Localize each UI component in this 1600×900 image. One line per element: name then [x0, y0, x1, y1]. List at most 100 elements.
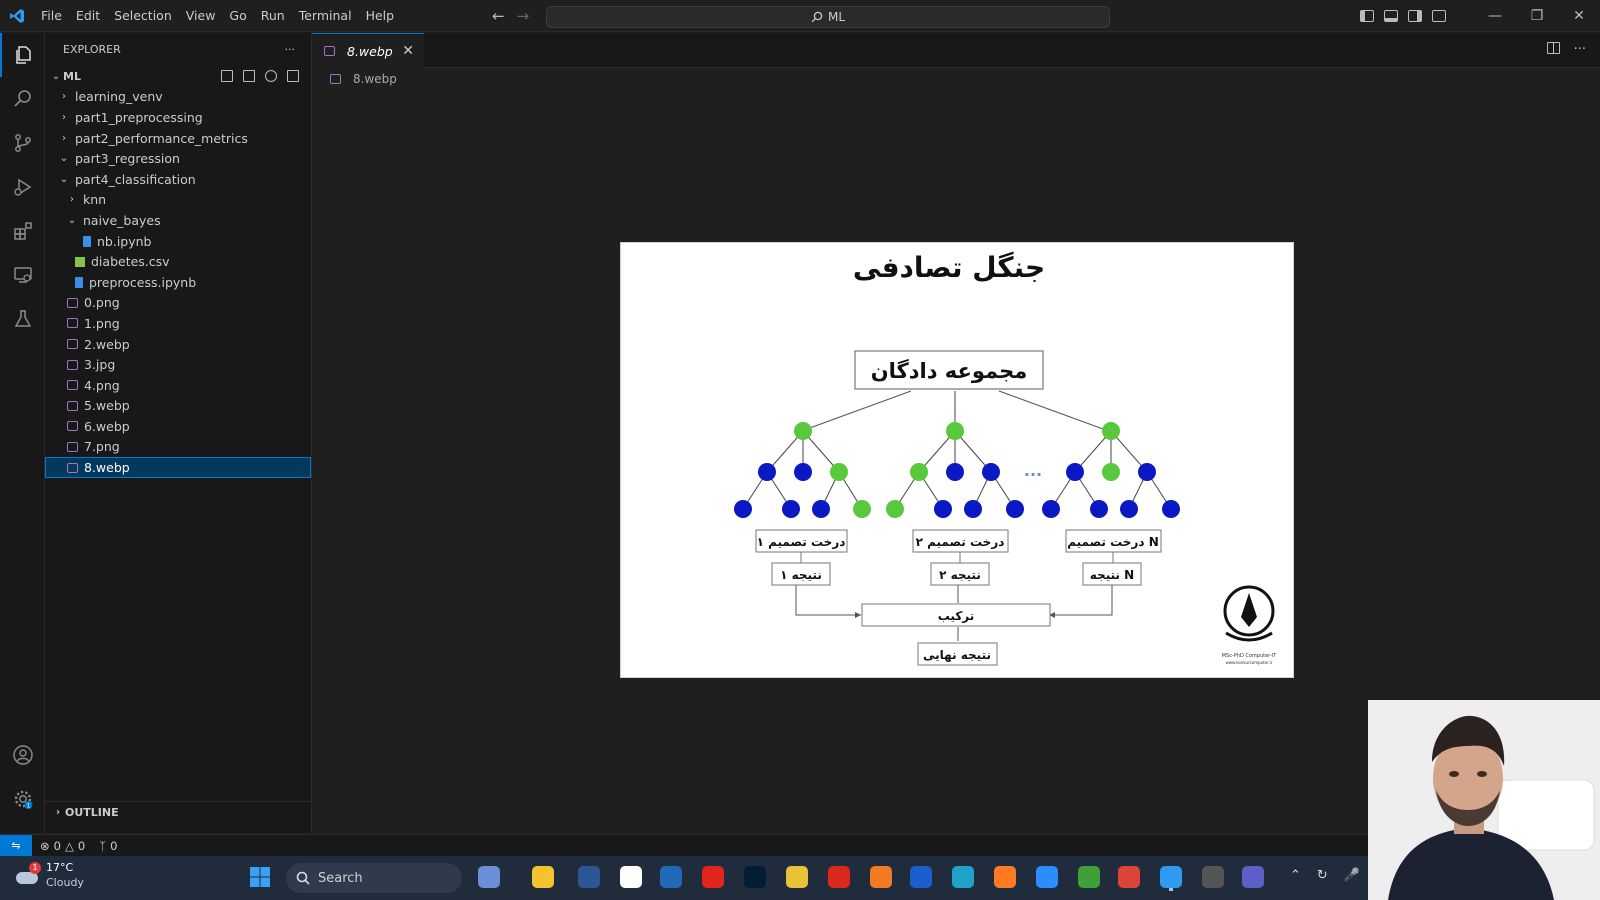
remote-indicator-icon[interactable]: ⇋: [0, 834, 32, 857]
zoom-icon[interactable]: [1036, 866, 1058, 888]
menu-go[interactable]: Go: [222, 0, 253, 32]
tree-folder[interactable]: › knn: [45, 190, 311, 211]
r-icon[interactable]: [660, 866, 682, 888]
testing-icon[interactable]: [0, 297, 45, 341]
tree-file[interactable]: 6.webp: [45, 416, 311, 437]
tree-file[interactable]: 3.jpg: [45, 354, 311, 375]
search-icon[interactable]: [0, 77, 45, 121]
collapse-all-icon[interactable]: [287, 70, 299, 83]
vscode-taskbar-icon[interactable]: [1160, 866, 1182, 888]
tree-file[interactable]: preprocess.ipynb: [45, 272, 311, 293]
tree-folder[interactable]: › part1_preprocessing: [45, 107, 311, 128]
tree-node: [934, 500, 952, 518]
manage-gear-icon[interactable]: 1: [0, 777, 45, 821]
tree-file[interactable]: 4.png: [45, 375, 311, 396]
tree-file[interactable]: diabetes.csv: [45, 251, 311, 272]
tree-item-label: 5.webp: [84, 398, 130, 414]
image-file-icon: [324, 46, 335, 56]
tab-8-webp[interactable]: 8.webp ✕: [312, 33, 424, 68]
windows-start-icon[interactable]: [248, 865, 272, 889]
mongodb-icon[interactable]: [1078, 866, 1100, 888]
tree-node: [1120, 500, 1138, 518]
tree-node: [782, 500, 800, 518]
command-center-search[interactable]: ML: [546, 6, 1110, 28]
menu-terminal[interactable]: Terminal: [292, 0, 359, 32]
sync-icon[interactable]: ↻: [1317, 868, 1328, 883]
toggle-primary-sidebar-icon[interactable]: [1360, 10, 1374, 22]
close-window-button[interactable]: ✕: [1558, 8, 1600, 24]
customize-layout-icon[interactable]: [1432, 10, 1446, 22]
menu-file[interactable]: File: [34, 0, 69, 32]
teams-icon[interactable]: [1242, 866, 1264, 888]
word-icon[interactable]: [578, 866, 600, 888]
warning-icon: △: [64, 838, 74, 853]
remote-explorer-icon[interactable]: [0, 253, 45, 297]
new-file-icon[interactable]: [221, 70, 233, 83]
widgets-icon[interactable]: [478, 866, 500, 888]
back-arrow-icon[interactable]: ←: [492, 7, 505, 25]
chevron-up-icon[interactable]: ⌃: [1290, 868, 1301, 883]
close-tab-icon[interactable]: ✕: [402, 43, 414, 59]
pdf-icon[interactable]: [828, 866, 850, 888]
acrobat-icon[interactable]: [702, 866, 724, 888]
ports-indicator[interactable]: ᛉ 0: [99, 839, 117, 853]
error-count: 0: [53, 838, 61, 853]
tree-folder[interactable]: ⌄ part4_classification: [45, 169, 311, 190]
tree-folder[interactable]: ⌄ naive_bayes: [45, 210, 311, 231]
tree-node: [1138, 463, 1156, 481]
explorer-more-button[interactable]: ···: [285, 43, 296, 56]
microphone-icon[interactable]: 🎤: [1344, 868, 1360, 883]
restore-button[interactable]: ❐: [1516, 8, 1558, 24]
chevron-right-icon: ›: [55, 807, 61, 818]
new-folder-icon[interactable]: [243, 70, 255, 83]
tree-file[interactable]: 8.webp: [45, 457, 311, 478]
decision-trees: [734, 422, 1180, 518]
notes-icon[interactable]: [910, 866, 932, 888]
davinci-icon[interactable]: [1202, 866, 1224, 888]
tree-folder[interactable]: › part2_performance_metrics: [45, 128, 311, 149]
tree-file[interactable]: nb.ipynb: [45, 231, 311, 252]
accounts-icon[interactable]: [0, 733, 45, 777]
tree-item-label: 3.jpg: [84, 357, 116, 373]
breadcrumb-item[interactable]: 8.webp: [353, 72, 397, 86]
minimize-button[interactable]: —: [1474, 8, 1516, 24]
menu-run[interactable]: Run: [254, 0, 292, 32]
workspace-root[interactable]: ⌄ ML: [45, 66, 311, 87]
refresh-icon[interactable]: [265, 70, 277, 83]
tree-file[interactable]: 2.webp: [45, 334, 311, 355]
menu-edit[interactable]: Edit: [69, 0, 107, 32]
image-file-icon: [330, 74, 341, 84]
photoshop-icon[interactable]: [744, 866, 766, 888]
chrome-icon[interactable]: [786, 866, 808, 888]
weather-widget[interactable]: 1 17°C Cloudy: [16, 860, 84, 890]
vivaldi-icon[interactable]: [620, 866, 642, 888]
tree-file[interactable]: 5.webp: [45, 396, 311, 417]
menu-help[interactable]: Help: [359, 0, 402, 32]
tree-file[interactable]: 0.png: [45, 293, 311, 314]
more-actions-icon[interactable]: ···: [1574, 42, 1586, 57]
tree-folder[interactable]: ⌄ part3_regression: [45, 148, 311, 169]
menu-selection[interactable]: Selection: [107, 0, 179, 32]
error-icon: ⊗: [40, 838, 50, 853]
run-debug-icon[interactable]: [0, 165, 45, 209]
taskbar-search[interactable]: Search: [286, 863, 462, 893]
explorer-icon[interactable]: [0, 33, 45, 77]
edge-icon[interactable]: [952, 866, 974, 888]
extensions-icon[interactable]: [0, 209, 45, 253]
toggle-panel-icon[interactable]: [1384, 10, 1398, 22]
tree-file[interactable]: 7.png: [45, 437, 311, 458]
tree-folder[interactable]: › learning_venv: [45, 87, 311, 108]
source-control-icon[interactable]: [0, 121, 45, 165]
outline-section[interactable]: › OUTLINE: [45, 801, 312, 823]
tree-file[interactable]: 1.png: [45, 313, 311, 334]
tree-item-label: diabetes.csv: [91, 254, 170, 270]
chrome-profile-icon[interactable]: [1118, 866, 1140, 888]
menu-view[interactable]: View: [179, 0, 223, 32]
split-editor-icon[interactable]: [1546, 42, 1560, 54]
problems-indicator[interactable]: ⊗ 0 △ 0: [40, 839, 85, 853]
toggle-secondary-sidebar-icon[interactable]: [1408, 10, 1422, 22]
firefox-icon[interactable]: [994, 866, 1016, 888]
file-explorer-icon[interactable]: [532, 866, 554, 888]
pen-icon[interactable]: [870, 866, 892, 888]
forward-arrow-icon[interactable]: →: [517, 7, 530, 25]
